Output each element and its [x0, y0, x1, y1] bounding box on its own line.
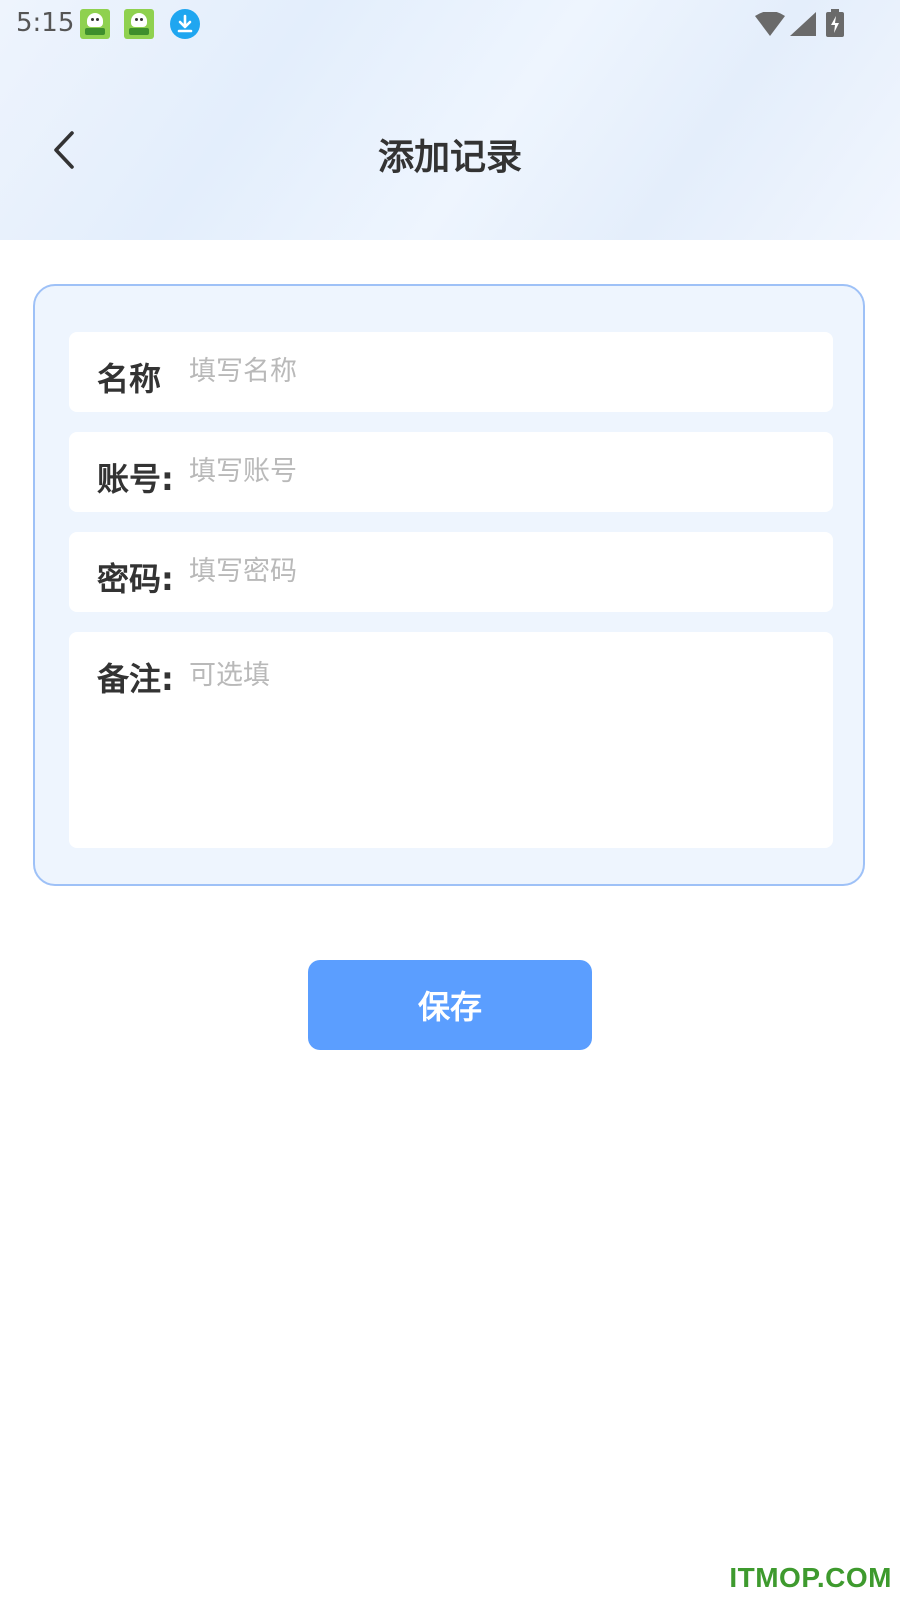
- remark-textarea[interactable]: [189, 658, 799, 828]
- wifi-icon: [755, 11, 785, 40]
- account-label: 账号:: [97, 460, 174, 498]
- watermark-logo: ITMOP.COM: [729, 1562, 892, 1593]
- name-field: 名称: [69, 332, 833, 412]
- app-notification-icon: [80, 9, 110, 39]
- status-bar: 5:15: [0, 0, 900, 48]
- name-label: 名称: [97, 360, 162, 398]
- remark-label: 备注:: [97, 660, 174, 698]
- battery-charging-icon: [826, 9, 844, 41]
- save-button[interactable]: 保存: [308, 960, 592, 1050]
- account-field: 账号:: [69, 432, 833, 512]
- remark-field: 备注:: [69, 632, 833, 848]
- page-title: 添加记录: [377, 137, 522, 178]
- signal-icon: [790, 12, 816, 40]
- password-field: 密码:: [69, 532, 833, 612]
- password-label: 密码:: [97, 560, 174, 598]
- download-icon: [170, 9, 200, 39]
- name-input[interactable]: [189, 346, 799, 396]
- password-input[interactable]: [189, 546, 799, 596]
- app-notification-icon: [124, 9, 154, 39]
- record-form-card: 名称 账号: 密码: 备注:: [33, 284, 865, 886]
- account-input[interactable]: [189, 446, 799, 496]
- status-time: 5:15: [16, 8, 75, 38]
